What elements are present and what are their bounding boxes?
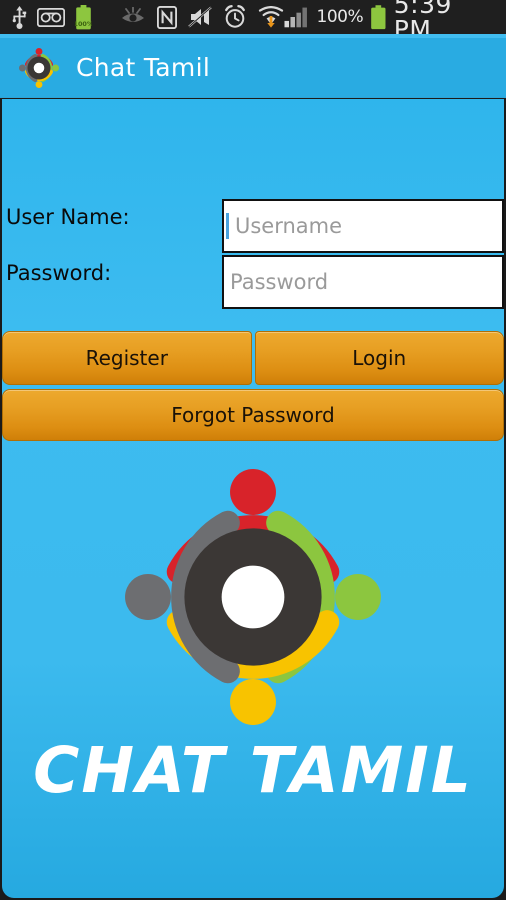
alarm-icon bbox=[225, 5, 245, 28]
svg-text:100%: 100% bbox=[75, 20, 92, 28]
phone-screen: 100% bbox=[0, 0, 506, 900]
forgot-password-button[interactable]: Forgot Password bbox=[2, 389, 504, 441]
status-bar-center-icons bbox=[120, 5, 284, 29]
password-placeholder: Password bbox=[230, 270, 329, 294]
brand-wordmark: CHAT TAMIL bbox=[33, 734, 473, 807]
nfc-icon bbox=[157, 5, 177, 29]
eye-icon bbox=[122, 7, 144, 22]
username-row: User Name: Username bbox=[2, 199, 504, 253]
password-label: Password: bbox=[6, 261, 112, 285]
wifi-download-icon bbox=[258, 5, 284, 28]
username-input[interactable]: Username bbox=[222, 199, 504, 253]
usb-icon bbox=[12, 6, 27, 29]
action-bar: Chat Tamil bbox=[0, 38, 506, 98]
status-bar-left-icons: 100% bbox=[0, 4, 92, 30]
chat-tamil-logo-icon bbox=[125, 469, 381, 725]
battery-percent-label: 100% bbox=[316, 7, 364, 27]
username-placeholder: Username bbox=[235, 214, 343, 238]
mute-icon bbox=[188, 6, 212, 28]
primary-button-row: Register Login bbox=[2, 331, 504, 385]
content-panel: User Name: Username Password: Password R… bbox=[0, 99, 506, 900]
voicemail-icon bbox=[37, 7, 65, 27]
chat-tamil-logo-icon bbox=[18, 47, 60, 88]
signal-bars-icon bbox=[284, 7, 307, 28]
password-input[interactable]: Password bbox=[222, 255, 504, 309]
password-row: Password: Password bbox=[2, 255, 504, 309]
battery-charging-icon: 100% bbox=[75, 4, 92, 29]
username-label: User Name: bbox=[6, 205, 130, 229]
status-bar: 100% bbox=[0, 0, 506, 42]
app-title: Chat Tamil bbox=[76, 53, 211, 82]
register-button[interactable]: Register bbox=[2, 331, 252, 385]
login-button[interactable]: Login bbox=[254, 331, 504, 385]
battery-full-icon bbox=[371, 4, 386, 29]
